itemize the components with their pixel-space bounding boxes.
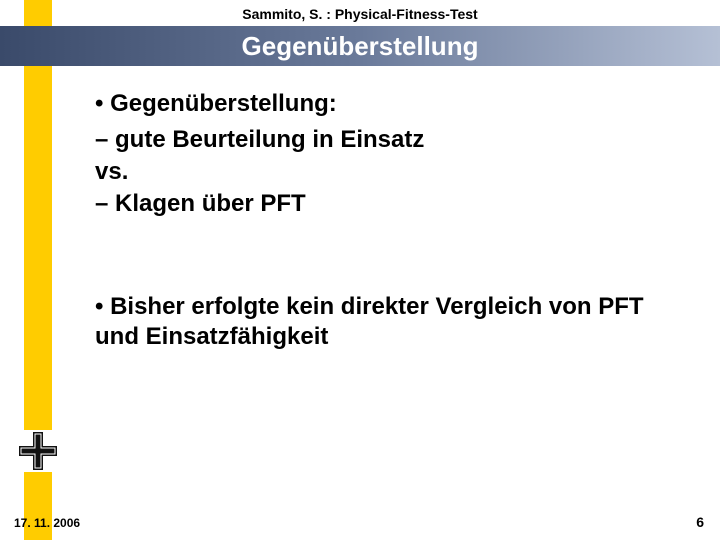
spacer [95,222,675,292]
page-number: 6 [696,514,704,530]
title-band: Gegenüberstellung [0,26,720,66]
bullet-item: • Bisher erfolgte kein direkter Vergleic… [95,292,675,352]
slide-title: Gegenüberstellung [242,31,479,62]
vs-text: vs. [95,158,675,186]
content-area: • Gegenüberstellung: – gute Beurteilung … [95,90,675,352]
bullet-item: • Gegenüberstellung: [95,90,675,118]
author-line: Sammito, S. : Physical-Fitness-Test [0,6,720,22]
sub-item: – Klagen über PFT [95,190,675,218]
slide: Sammito, S. : Physical-Fitness-Test Gege… [0,0,720,540]
footer-date: 17. 11. 2006 [14,516,80,530]
bundeswehr-logo-icon [17,430,59,472]
sub-item: – gute Beurteilung in Einsatz [95,126,675,154]
